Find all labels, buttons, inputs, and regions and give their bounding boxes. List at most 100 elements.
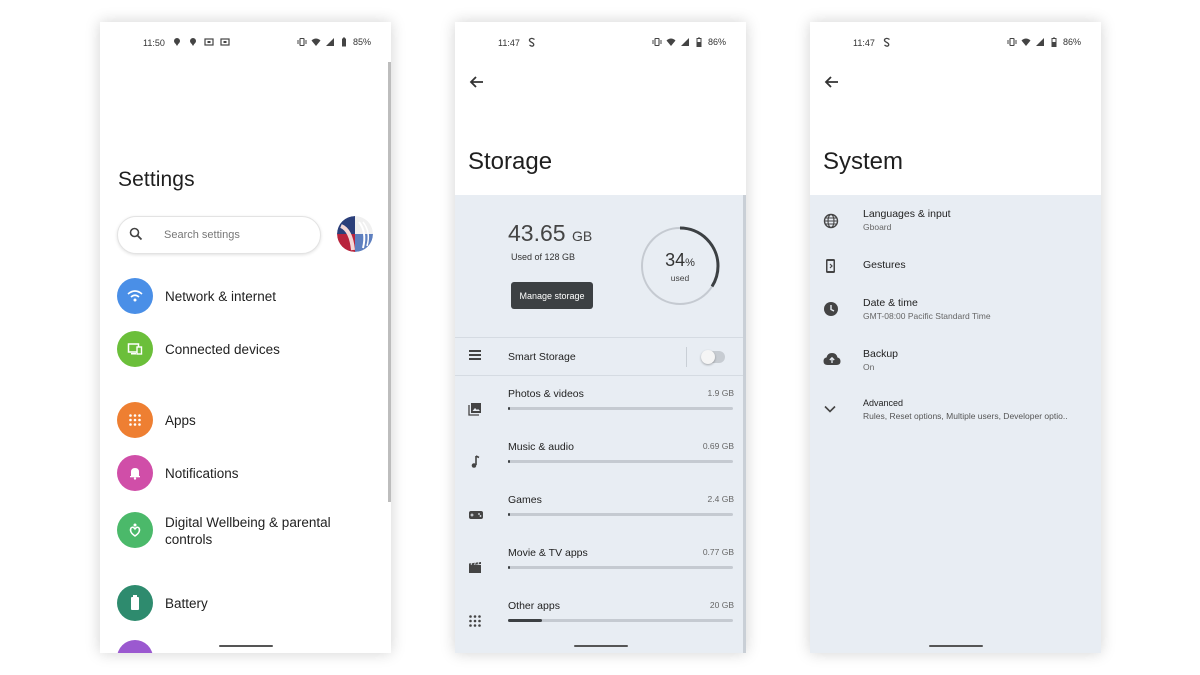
category-size: 1.9 GB: [707, 388, 734, 398]
gestures-phone-icon: [826, 259, 835, 273]
vibrate-icon: [1007, 37, 1017, 47]
apps-grid-icon: [469, 615, 481, 627]
settings-item-icon-bg: [117, 402, 153, 438]
system-item-backup[interactable]: Backup On: [810, 348, 1101, 378]
settings-item-icon-bg: [117, 331, 153, 367]
smart-storage-toggle[interactable]: [701, 350, 725, 364]
settings-item-icon-bg: [117, 278, 153, 314]
battery-icon: [131, 595, 139, 610]
status-time: 11:50: [143, 38, 165, 48]
gesture-nav-handle[interactable]: [928, 645, 983, 647]
settings-item-label: Connected devices: [165, 342, 280, 357]
toggle-separator: [686, 347, 687, 367]
settings-item-label: Digital Wellbeing & parental controls: [165, 515, 331, 547]
signal-icon: [680, 38, 689, 46]
battery-percent: 86%: [1062, 37, 1081, 47]
system-item-title: Backup: [863, 348, 899, 360]
scrollbar[interactable]: [388, 62, 391, 502]
back-arrow-icon[interactable]: [822, 72, 842, 92]
settings-item-icon-bg: [117, 512, 153, 548]
gesture-nav-handle[interactable]: [218, 645, 273, 647]
system-item-title: Date & time: [863, 297, 918, 309]
storage-used-of: Used of 128 GB: [511, 252, 576, 262]
smart-storage-label: Smart Storage: [508, 351, 576, 363]
s-notification-icon: [883, 37, 890, 47]
globe-icon: [823, 213, 839, 229]
clock-icon: [824, 302, 838, 316]
category-size: 2.4 GB: [707, 494, 734, 504]
wifi-icon: [1021, 38, 1031, 46]
divider: [455, 337, 743, 338]
apps-grid-icon: [129, 414, 141, 426]
category-usage-track: [508, 460, 733, 463]
category-usage-fill: [508, 566, 511, 569]
devices-icon: [127, 343, 143, 355]
system-item-languages[interactable]: Languages & input Gboard: [810, 208, 1101, 238]
system-item-subtitle: Rules, Reset options, Multiple users, De…: [863, 411, 1068, 421]
search-input[interactable]: Search settings: [117, 216, 321, 254]
category-label: Movie & TV apps: [508, 547, 588, 559]
system-item-title: Advanced: [863, 398, 904, 408]
vibrate-icon: [297, 37, 307, 47]
battery-charging-icon: [1051, 37, 1057, 47]
settings-item-label: Notifications: [165, 466, 239, 481]
category-usage-fill: [508, 513, 511, 516]
manage-storage-button[interactable]: Manage storage: [511, 282, 593, 309]
back-arrow-icon[interactable]: [467, 72, 487, 92]
storage-category-movies[interactable]: Movie & TV apps 0.77 GB: [455, 547, 746, 591]
bell-icon: [130, 468, 140, 480]
battery-percent: 86%: [707, 37, 726, 47]
settings-item-digital-wellbeing[interactable]: Digital Wellbeing & parental controls: [117, 512, 357, 552]
storage-used-amount: 43.65 GB: [508, 220, 592, 247]
category-usage-track: [508, 566, 733, 569]
settings-item-icon-bg: [117, 640, 153, 653]
wifi-icon: [127, 290, 143, 302]
avatar[interactable]: [337, 216, 373, 252]
settings-item-icon-bg: [117, 585, 153, 621]
category-usage-track: [508, 513, 733, 516]
divider: [455, 375, 743, 376]
category-size: 20 GB: [709, 600, 734, 610]
music-note-icon: [471, 455, 480, 468]
system-item-advanced[interactable]: Advanced Rules, Reset options, Multiple …: [810, 398, 1101, 428]
system-item-subtitle: Gboard: [863, 222, 892, 232]
category-label: Music & audio: [508, 441, 574, 453]
vibrate-icon: [652, 37, 662, 47]
storage-category-games[interactable]: Games 2.4 GB: [455, 494, 746, 538]
category-usage-track: [508, 407, 733, 410]
system-item-title: Languages & input: [863, 208, 951, 220]
category-usage-fill: [508, 619, 542, 622]
settings-item-label: Network & internet: [165, 289, 277, 304]
storage-used-unit: GB: [571, 228, 593, 244]
cloud-upload-icon: [823, 353, 841, 365]
location-icon: [190, 38, 196, 46]
wellbeing-icon: [129, 523, 141, 537]
search-placeholder: Search settings: [164, 229, 240, 241]
storage-list-icon: [469, 350, 481, 360]
wifi-icon: [311, 38, 321, 46]
page-title: System: [823, 148, 904, 175]
status-bar: 11:47 86%: [455, 37, 746, 51]
system-item-date-time[interactable]: Date & time GMT-08:00 Pacific Standard T…: [810, 297, 1101, 327]
chevron-down-icon: [824, 405, 836, 413]
movie-icon: [469, 561, 481, 573]
signal-icon: [1035, 38, 1044, 46]
battery-icon: [341, 37, 346, 47]
battery-charging-icon: [696, 37, 702, 47]
storage-screen: 11:47 86% Storage 43.65 GB Used of 128 G…: [455, 22, 746, 653]
storage-category-music[interactable]: Music & audio 0.69 GB: [455, 441, 746, 485]
settings-screen: 11:50 85% Settings Search settings Netwo…: [100, 22, 391, 653]
system-screen: 11:47 86% System Languages & input Gboar…: [810, 22, 1101, 653]
system-item-gestures[interactable]: Gestures: [810, 259, 1101, 289]
settings-item-icon-bg: [117, 455, 153, 491]
category-usage-fill: [508, 407, 511, 410]
page-title: Settings: [118, 168, 195, 191]
toggle-knob: [701, 350, 715, 364]
category-label: Games: [508, 494, 542, 506]
wifi-icon: [666, 38, 676, 46]
signal-icon: [325, 38, 334, 46]
storage-category-photos[interactable]: Photos & videos 1.9 GB: [455, 388, 746, 432]
location-icon: [174, 38, 180, 46]
gesture-nav-handle[interactable]: [573, 645, 628, 647]
storage-category-other-apps[interactable]: Other apps 20 GB: [455, 600, 746, 644]
